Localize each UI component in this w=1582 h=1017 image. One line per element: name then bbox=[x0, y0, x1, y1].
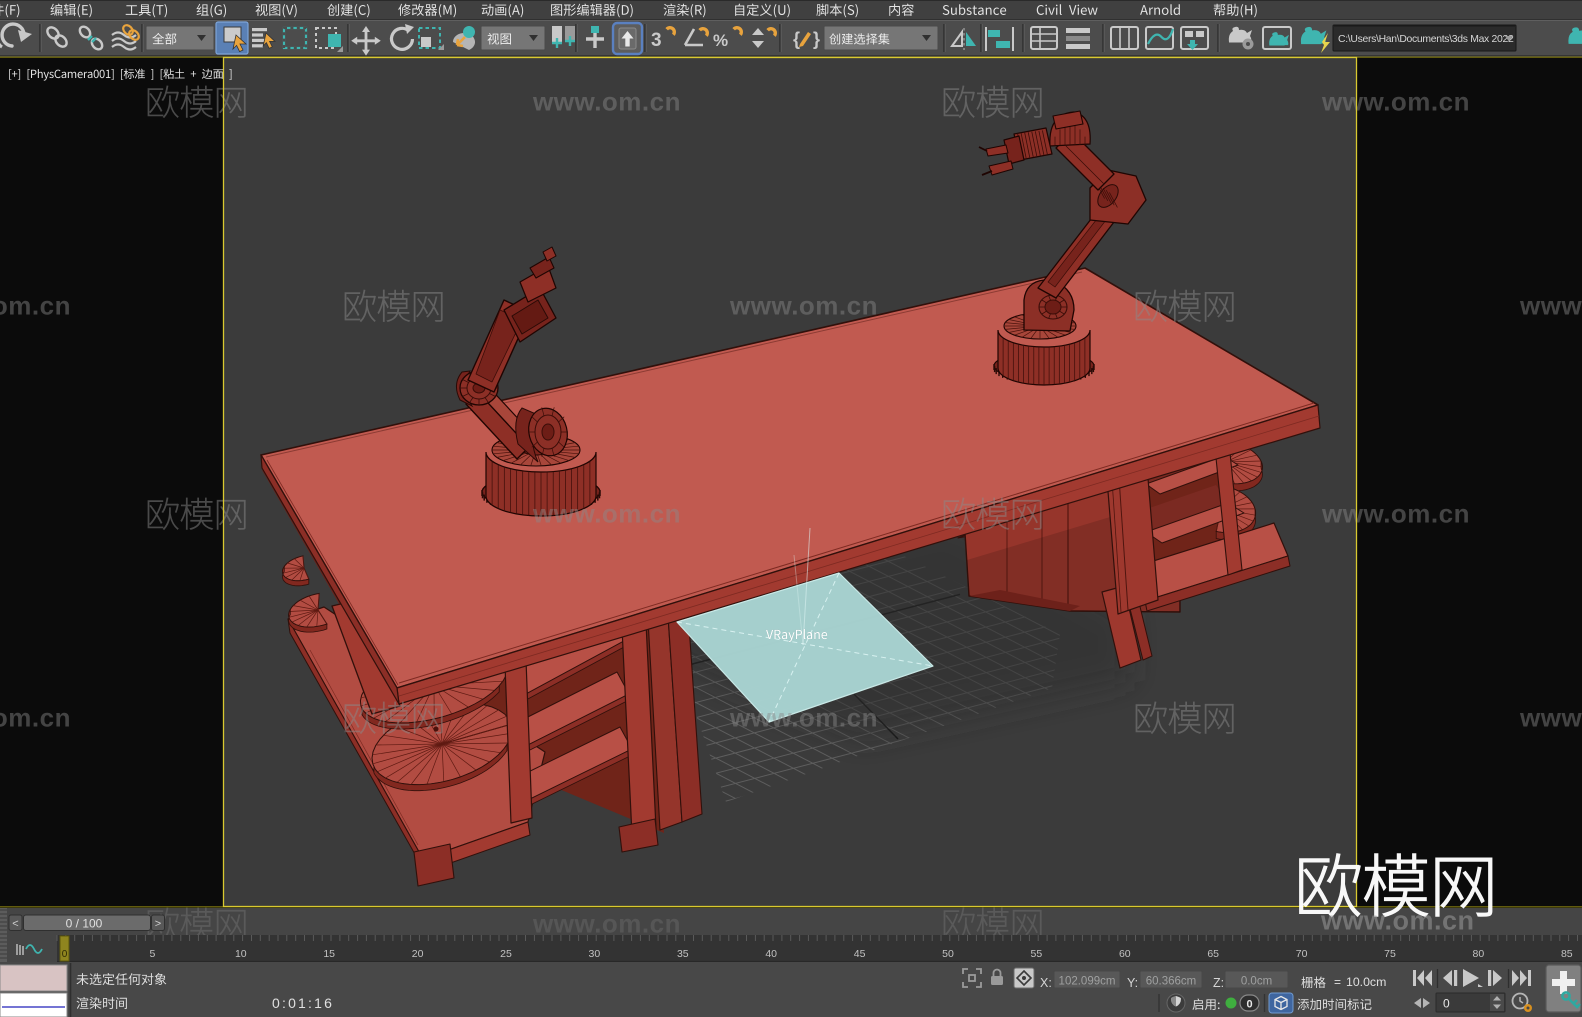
svg-text:70: 70 bbox=[1296, 948, 1308, 960]
svg-text:25: 25 bbox=[500, 948, 512, 960]
svg-text:20: 20 bbox=[412, 948, 424, 960]
svg-text:>: > bbox=[155, 918, 161, 930]
svg-text:www.om.cn: www.om.cn bbox=[1321, 87, 1470, 117]
svg-text:0 / 100: 0 / 100 bbox=[66, 917, 103, 931]
svg-text:Y:: Y: bbox=[1127, 976, 1138, 990]
svg-text:}: } bbox=[813, 29, 820, 49]
svg-text:55: 55 bbox=[1031, 948, 1043, 960]
svg-text:Z:: Z: bbox=[1213, 976, 1224, 990]
svg-text:15: 15 bbox=[323, 948, 335, 960]
svg-text:3: 3 bbox=[651, 30, 662, 51]
svg-text:0: 0 bbox=[1246, 999, 1252, 1011]
svg-text:50: 50 bbox=[942, 948, 954, 960]
svg-text:X:: X: bbox=[1040, 976, 1052, 990]
svg-text:www.om.cn: www.om.cn bbox=[532, 909, 681, 939]
svg-text:102.099cm: 102.099cm bbox=[1059, 976, 1116, 988]
svg-text:%: % bbox=[713, 31, 728, 50]
svg-text:www.om.cn: www.om.cn bbox=[1320, 905, 1475, 935]
svg-text:0.0cm: 0.0cm bbox=[1241, 976, 1272, 988]
svg-text:80: 80 bbox=[1473, 948, 1485, 960]
svg-text:www.om.cn: www.om.cn bbox=[532, 87, 681, 117]
svg-text:35: 35 bbox=[677, 948, 689, 960]
svg-text:C:\Users\Han\Documents\3ds Max: C:\Users\Han\Documents\3ds Max 2022 bbox=[1338, 34, 1514, 45]
svg-text:30: 30 bbox=[589, 948, 601, 960]
svg-text:10: 10 bbox=[235, 948, 247, 960]
svg-text:www.om.cn: www.om.cn bbox=[532, 499, 681, 529]
svg-text:www.om.cn: www.om.cn bbox=[1321, 499, 1470, 529]
svg-text:0: 0 bbox=[62, 949, 68, 960]
svg-text:{: { bbox=[793, 29, 800, 49]
svg-text:60.366cm: 60.366cm bbox=[1146, 976, 1197, 988]
svg-text:=: = bbox=[1334, 975, 1341, 989]
svg-text:60: 60 bbox=[1119, 948, 1131, 960]
svg-text:www.om.cn: www.om.cn bbox=[0, 703, 71, 733]
svg-text:85: 85 bbox=[1561, 948, 1573, 960]
svg-text:5: 5 bbox=[149, 948, 155, 960]
svg-text:45: 45 bbox=[854, 948, 866, 960]
svg-text:75: 75 bbox=[1384, 948, 1396, 960]
svg-text:www.om.cn: www.om.cn bbox=[0, 291, 71, 321]
svg-text:www.om.cn: www.om.cn bbox=[1519, 291, 1582, 321]
svg-text:0:01:16: 0:01:16 bbox=[272, 995, 334, 1011]
svg-text:0: 0 bbox=[1443, 997, 1450, 1011]
svg-text:65: 65 bbox=[1207, 948, 1219, 960]
svg-text:www.om.cn: www.om.cn bbox=[729, 291, 878, 321]
svg-text:40: 40 bbox=[765, 948, 777, 960]
svg-text:<: < bbox=[12, 918, 18, 930]
svg-text:www.om.cn: www.om.cn bbox=[729, 703, 878, 733]
svg-text:10.0cm: 10.0cm bbox=[1346, 975, 1386, 989]
svg-text:www.om.cn: www.om.cn bbox=[1519, 703, 1582, 733]
